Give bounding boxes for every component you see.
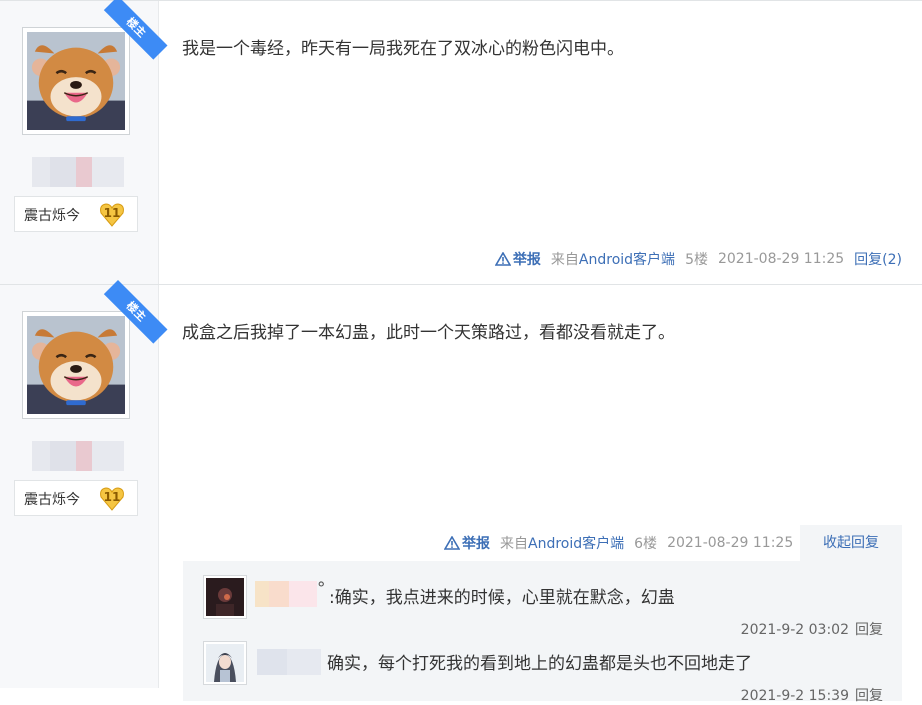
floor-number: 6楼 bbox=[634, 536, 658, 552]
reply-meta: 2021-9-2 15:39 回复 bbox=[741, 685, 883, 705]
post-source: 来自Android客户端 bbox=[500, 533, 624, 553]
post-time: 2021-08-29 11:25 bbox=[717, 251, 845, 267]
report-link[interactable]: 举报 bbox=[494, 249, 541, 269]
author-name-blurred[interactable] bbox=[32, 157, 124, 187]
reply-item: 确实，每个打死我的看到地上的幻蛊都是头也不回地走了 2021-9-2 15:39… bbox=[203, 641, 893, 704]
author-badge[interactable]: 震古烁今 11 bbox=[14, 480, 138, 516]
shiba-dog-avatar-icon bbox=[27, 32, 125, 130]
author-avatar[interactable] bbox=[22, 27, 130, 135]
post-time: 2021-08-29 11:25 bbox=[667, 535, 794, 551]
reply-time: 2021-9-2 03:02 bbox=[740, 622, 849, 638]
reply-username-blurred[interactable] bbox=[255, 581, 317, 607]
reply-meta: 2021-9-2 03:02 回复 bbox=[741, 619, 883, 639]
dark-portrait-avatar-icon bbox=[206, 578, 244, 616]
report-link[interactable]: 举报 bbox=[444, 533, 490, 553]
author-sidebar: 震古烁今 11 bbox=[0, 1, 159, 284]
reply-list: ° :确实，我点进来的时候，心里就在默念，幻蛊 2021-9-2 03:02 回复 bbox=[183, 561, 902, 704]
warning-triangle-icon bbox=[444, 536, 460, 550]
badge-title: 震古烁今 bbox=[24, 208, 80, 224]
level-badge-icon: 11 bbox=[99, 486, 125, 512]
post-floor-6: 震古烁今 11 楼主 成盒之后我掉了一本幻蛊，此时一个天策路过，看都没看就走了。… bbox=[0, 280, 922, 704]
reply-separator: ° bbox=[317, 579, 326, 599]
reply-item: ° :确实，我点进来的时候，心里就在默念，幻蛊 2021-9-2 03:02 回复 bbox=[203, 575, 893, 638]
author-avatar[interactable] bbox=[22, 311, 130, 419]
post-source: 来自Android客户端 bbox=[551, 249, 675, 269]
author-name-blurred[interactable] bbox=[32, 441, 124, 471]
anime-portrait-avatar-icon bbox=[206, 644, 244, 682]
reply-username-blurred[interactable] bbox=[257, 649, 321, 675]
post-meta: 举报 来自Android客户端 6楼 2021-08-29 11:25 bbox=[444, 533, 803, 553]
reply-text: 确实，每个打死我的看到地上的幻蛊都是头也不回地走了 bbox=[327, 654, 752, 674]
client-link[interactable]: Android客户端 bbox=[579, 252, 675, 268]
reply-count-link[interactable]: 回复(2) bbox=[854, 249, 902, 269]
source-prefix: 来自 bbox=[500, 536, 528, 552]
reply-button[interactable]: 回复 bbox=[855, 622, 883, 638]
author-sidebar: 震古烁今 11 bbox=[0, 285, 159, 688]
shiba-dog-avatar-icon bbox=[27, 316, 125, 414]
author-badge[interactable]: 震古烁今 11 bbox=[14, 196, 138, 232]
reply-button[interactable]: 回复 bbox=[855, 688, 883, 704]
badge-level: 11 bbox=[103, 490, 121, 504]
post-meta: 举报 来自Android客户端 5楼 2021-08-29 11:25 回复(2… bbox=[494, 249, 902, 269]
badge-level: 11 bbox=[103, 206, 121, 220]
client-link[interactable]: Android客户端 bbox=[528, 536, 624, 552]
post-content: 成盒之后我掉了一本幻蛊，此时一个天策路过，看都没看就走了。 bbox=[182, 323, 675, 343]
source-prefix: 来自 bbox=[550, 252, 579, 268]
report-label: 举报 bbox=[512, 252, 541, 268]
report-label: 举报 bbox=[462, 536, 490, 552]
reply-avatar[interactable] bbox=[203, 641, 247, 685]
badge-title: 震古烁今 bbox=[24, 492, 80, 508]
reply-text: :确实，我点进来的时候，心里就在默念，幻蛊 bbox=[329, 588, 675, 608]
reply-avatar[interactable] bbox=[203, 575, 247, 619]
level-badge-icon: 11 bbox=[99, 202, 125, 228]
floor-number: 5楼 bbox=[685, 252, 708, 268]
collapse-replies-button[interactable]: 收起回复 bbox=[800, 525, 902, 561]
reply-time: 2021-9-2 15:39 bbox=[740, 688, 849, 704]
post-content: 我是一个毒经，昨天有一局我死在了双冰心的粉色闪电中。 bbox=[182, 39, 624, 59]
warning-triangle-icon bbox=[494, 252, 511, 266]
post-floor-5: 震古烁今 11 楼主 我是一个毒经，昨天有一局我死在了双冰心的粉色闪电中。 举报… bbox=[0, 0, 922, 284]
